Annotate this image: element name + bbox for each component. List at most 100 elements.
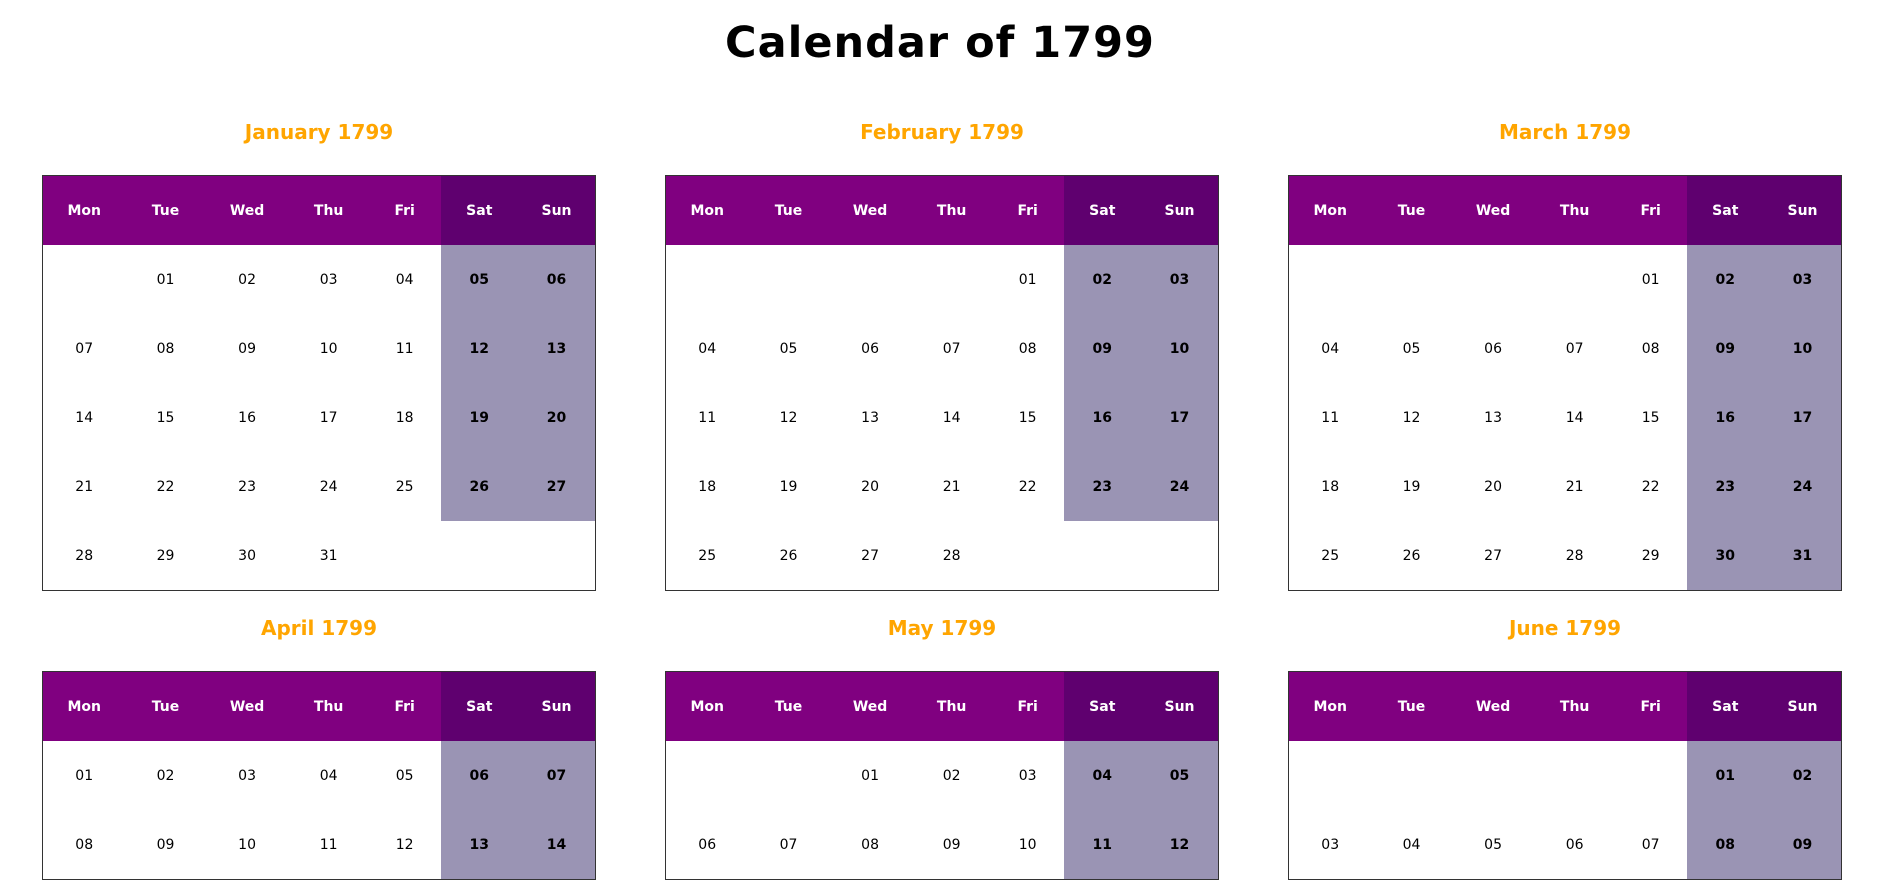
weekday-header: Sun: [1764, 671, 1842, 741]
weekday-header: Mon: [1288, 671, 1372, 741]
day-cell: 18: [395, 409, 414, 426]
weekday-header-row: Mon Tue Wed Thu Fri Sat Sun: [665, 175, 1219, 245]
day-cell: 08: [1641, 340, 1660, 357]
day-cell: 02: [1063, 245, 1141, 314]
weekday-header: Sun: [1141, 671, 1219, 741]
day-cell: 10: [1764, 314, 1842, 383]
day-cell: 06: [861, 340, 879, 357]
empty-day-cell: [1535, 245, 1615, 314]
day-cell: 03: [238, 767, 256, 784]
weekday-header: Thu: [911, 175, 992, 245]
month-calendar: March 1799 Mon Tue Wed Thu Fri Sat Sun 01 02 03 04 0…: [1288, 120, 1842, 591]
day-cell: 11: [698, 409, 717, 426]
week-row: 04 05 06 07 08 09 10: [666, 314, 1219, 383]
day-cell: 02: [1764, 741, 1842, 810]
month-table: Mon Tue Wed Thu Fri Sat Sun 01 02 03 04 05 06 07 08 09 1…: [665, 671, 1219, 880]
day-cell: 16: [238, 409, 256, 426]
empty-day-cell: [666, 741, 749, 810]
month-calendar: June 1799 Mon Tue Wed Thu Fri Sat Sun 01 02 03 04 05…: [1288, 616, 1842, 880]
day-cell: 02: [942, 767, 961, 784]
day-cell: 07: [1641, 836, 1660, 853]
day-cell: 06: [698, 836, 717, 853]
weekday-header: Mon: [665, 671, 749, 741]
month-table: Mon Tue Wed Thu Fri Sat Sun 01 02 03 04 05 06 07 08 09 1…: [42, 671, 596, 880]
weekday-header: Sat: [440, 671, 518, 741]
day-cell: 28: [942, 547, 961, 564]
day-cell: 30: [238, 547, 256, 564]
day-cell: 09: [1063, 314, 1141, 383]
day-cell: 10: [238, 836, 256, 853]
page-title: Calendar of 1799: [725, 18, 1155, 68]
weekday-header: Sat: [1686, 671, 1764, 741]
day-cell: 03: [1764, 245, 1842, 314]
day-cell: 09: [1764, 810, 1842, 880]
day-cell: 31: [319, 547, 338, 564]
empty-day-cell: [748, 741, 828, 810]
empty-day-cell: [912, 245, 992, 314]
day-cell: 23: [1063, 452, 1141, 521]
weekday-header-row: Mon Tue Wed Thu Fri Sat Sun: [42, 175, 596, 245]
weekday-header: Sun: [518, 671, 596, 741]
weekday-header: Fri: [1614, 175, 1687, 245]
month-title: June 1799: [1508, 616, 1622, 640]
day-cell: 06: [1565, 836, 1584, 853]
month-calendar: April 1799 Mon Tue Wed Thu Fri Sat Sun 01 02 03 04 0…: [42, 616, 596, 880]
week-row: 03 04 05 06 07 08 09: [1289, 810, 1842, 880]
month-calendar: January 1799 Mon Tue Wed Thu Fri Sat Sun 01 02 03 0…: [42, 120, 596, 591]
empty-day-cell: [1452, 741, 1535, 810]
week-row: 25 26 27 28: [666, 521, 1219, 591]
day-cell: 02: [238, 271, 256, 288]
weekday-header-row: Mon Tue Wed Thu Fri Sat Sun: [665, 671, 1219, 741]
weekday-header: Mon: [42, 671, 126, 741]
weekday-header: Sun: [1141, 175, 1219, 245]
day-cell: 05: [440, 245, 518, 314]
day-cell: 15: [1018, 409, 1037, 426]
weekday-header: Tue: [1371, 175, 1452, 245]
weekday-header-row: Mon Tue Wed Thu Fri Sat Sun: [1288, 175, 1842, 245]
day-cell: 27: [1484, 547, 1502, 564]
day-cell: 28: [75, 547, 94, 564]
empty-day-cell: [1371, 245, 1451, 314]
day-cell: 03: [1018, 767, 1037, 784]
day-cell: 09: [156, 836, 175, 853]
day-cell: 05: [395, 767, 414, 784]
day-cell: 11: [1321, 409, 1340, 426]
day-cell: 23: [1686, 452, 1764, 521]
week-row: 25 26 27 28 29 30 31: [1289, 521, 1842, 591]
day-cell: 01: [861, 767, 879, 784]
day-cell: 31: [1764, 521, 1842, 591]
day-cell: 08: [75, 836, 94, 853]
weekday-header-row: Mon Tue Wed Thu Fri Sat Sun: [42, 671, 596, 741]
day-cell: 19: [440, 383, 518, 452]
day-cell: 12: [395, 836, 414, 853]
day-cell: 11: [319, 836, 338, 853]
week-row: 04 05 06 07 08 09 10: [1289, 314, 1842, 383]
day-cell: 06: [1484, 340, 1502, 357]
weekday-header: Wed: [828, 671, 912, 741]
weekday-header: Sat: [1063, 671, 1141, 741]
week-row: 01 02 03 04 05 06 07: [43, 741, 596, 810]
day-cell: 29: [156, 547, 175, 564]
empty-day-cell: [1615, 741, 1687, 810]
day-cell: 10: [1141, 314, 1219, 383]
day-cell: 09: [238, 340, 256, 357]
week-row: 18 19 20 21 22 23 24: [1289, 452, 1842, 521]
weekday-header: Thu: [288, 175, 369, 245]
day-cell: 23: [238, 478, 256, 495]
weekday-header: Sat: [440, 175, 518, 245]
day-cell: 14: [518, 810, 596, 880]
day-cell: 09: [1686, 314, 1764, 383]
month-table: Mon Tue Wed Thu Fri Sat Sun 01 02 03 04 05 06 07 08 09 1…: [42, 175, 596, 591]
week-row: 28 29 30 31: [43, 521, 596, 591]
month-calendar: February 1799 Mon Tue Wed Thu Fri Sat Sun 01 02 03…: [665, 120, 1219, 591]
day-cell: 02: [1686, 245, 1764, 314]
month-title: March 1799: [1499, 120, 1631, 144]
day-cell: 05: [1141, 741, 1219, 810]
weekday-header: Sun: [1764, 175, 1842, 245]
day-cell: 15: [1641, 409, 1660, 426]
day-cell: 17: [1141, 383, 1219, 452]
day-cell: 07: [518, 741, 596, 810]
day-cell: 11: [395, 340, 414, 357]
day-cell: 12: [1141, 810, 1219, 880]
empty-day-cell: [441, 521, 518, 591]
